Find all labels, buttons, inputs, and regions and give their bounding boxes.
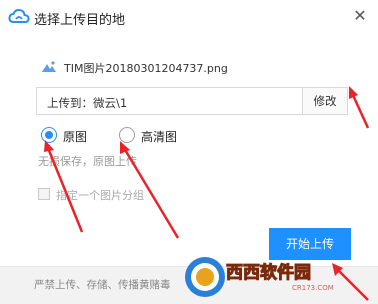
annotation-arrow-edit bbox=[350, 92, 370, 129]
watermark-text: 西西软件园 bbox=[226, 263, 312, 284]
annotation-arrow-original bbox=[46, 147, 84, 233]
watermark-domain: CR173.COM bbox=[292, 284, 334, 292]
annotation-arrowhead-original bbox=[44, 140, 54, 152]
annotation-arrow-hd bbox=[122, 147, 180, 239]
